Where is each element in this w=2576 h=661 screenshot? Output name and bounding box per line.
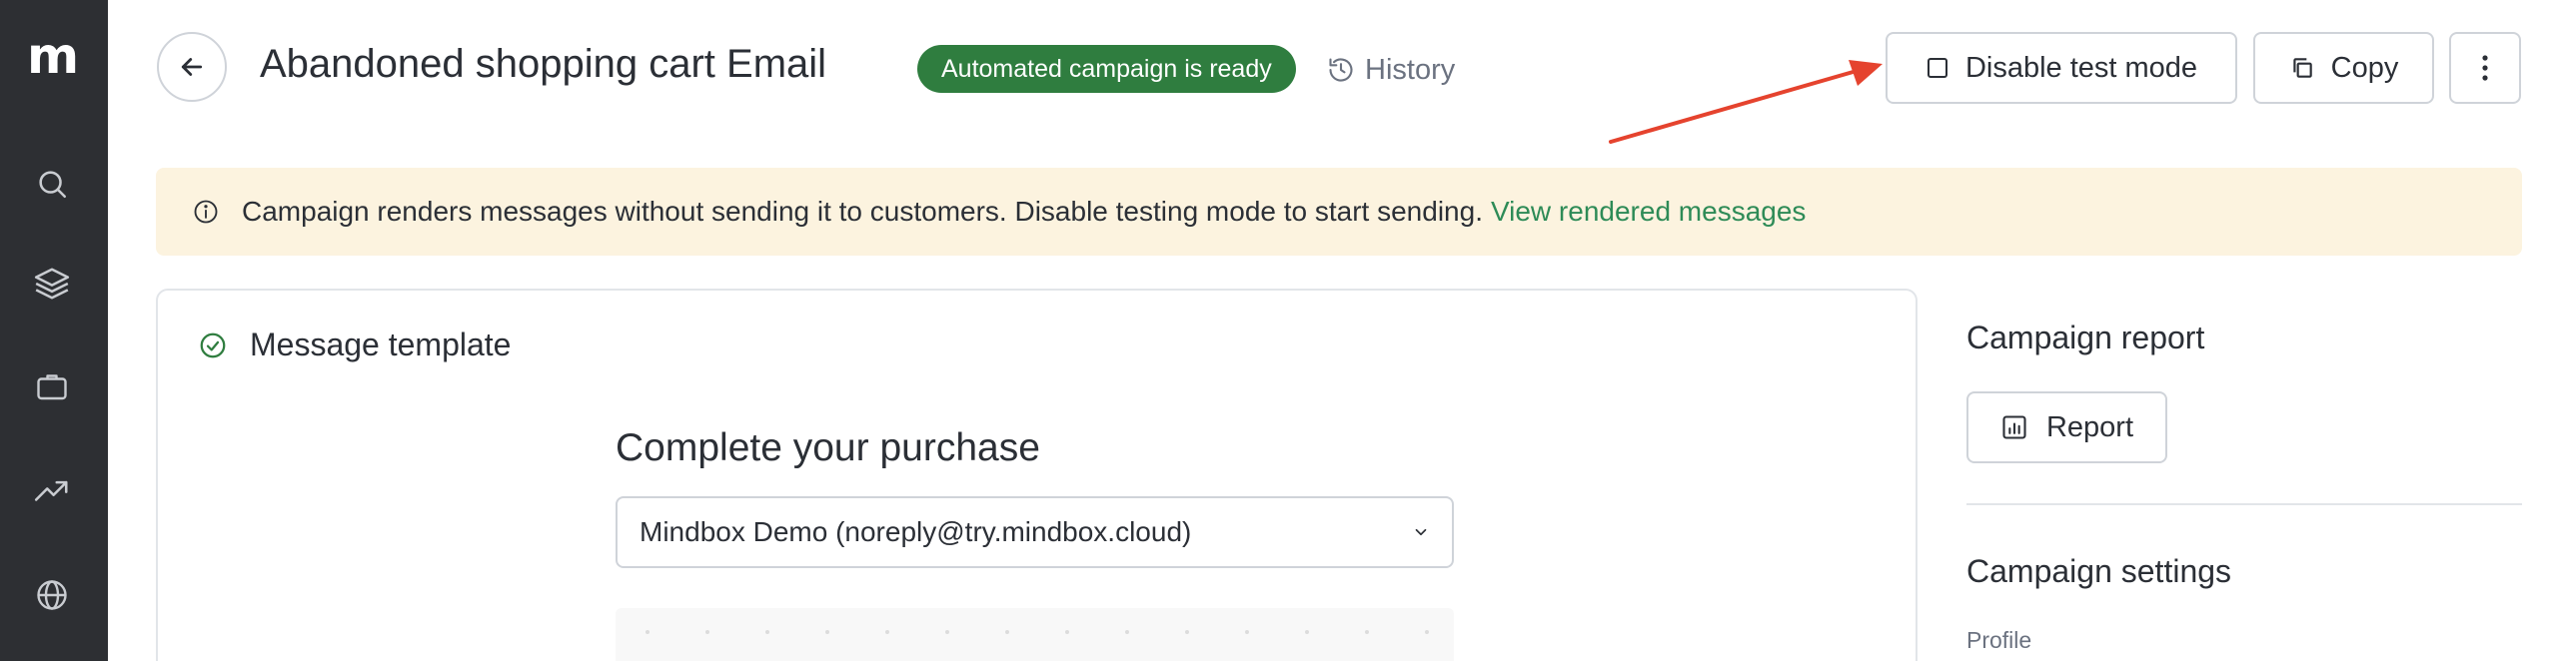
copy-button[interactable]: Copy (2253, 32, 2434, 104)
campaign-settings-title: Campaign settings (1966, 553, 2232, 589)
profile-label: Profile (1966, 627, 2032, 653)
arrow-left-icon (181, 58, 203, 76)
preview-dot (1245, 630, 1249, 634)
mindbox-logo[interactable]: m (27, 31, 79, 81)
page-title: Abandoned shopping cart Email (260, 42, 827, 86)
sidebar: m (0, 0, 108, 661)
sender-value: Mindbox Demo (noreply@try.mindbox.cloud) (640, 516, 1192, 547)
card-title: Message template (250, 327, 512, 362)
view-rendered-messages-link[interactable]: View rendered messages (1491, 196, 1806, 228)
copy-icon (2292, 58, 2312, 78)
email-subject: Complete your purchase (616, 426, 1040, 469)
preview-dot (825, 630, 829, 634)
report-button[interactable]: Report (1966, 391, 2167, 463)
divider (1966, 503, 2522, 505)
copy-label: Copy (2330, 51, 2399, 84)
disable-test-mode-label: Disable test mode (1964, 51, 2198, 84)
trending-up-icon[interactable] (32, 470, 72, 510)
info-icon (192, 198, 220, 226)
preview-dot (1125, 630, 1129, 634)
back-button[interactable] (157, 32, 227, 102)
test-mode-banner: Campaign renders messages without sendin… (156, 168, 2522, 256)
preview-dot (885, 630, 889, 634)
preview-dot (1425, 630, 1429, 634)
status-badge: Automated campaign is ready (917, 45, 1296, 93)
check-circle-icon (200, 332, 226, 357)
checkbox-icon (1927, 58, 1947, 78)
globe-icon[interactable] (32, 575, 72, 615)
preview-dot (705, 630, 709, 634)
preview-dot (1365, 630, 1369, 634)
chevron-down-icon (1415, 528, 1427, 536)
briefcase-icon[interactable] (32, 366, 72, 406)
disable-test-mode-button[interactable]: Disable test mode (1886, 32, 2237, 104)
preview-dot (945, 630, 949, 634)
history-link[interactable]: History (1327, 50, 1455, 90)
preview-dot (1005, 630, 1009, 634)
preview-dot (1065, 630, 1069, 634)
email-preview (616, 608, 1454, 661)
history-icon (1329, 58, 1353, 82)
search-icon[interactable] (32, 164, 72, 204)
history-label: History (1365, 53, 1456, 86)
banner-message: Campaign renders messages without sendin… (242, 196, 1483, 227)
card-header: Message template (198, 327, 511, 363)
message-template-card: Message template Complete your purchase … (156, 289, 1918, 661)
preview-dot (765, 630, 769, 634)
sender-select[interactable]: Mindbox Demo (noreply@try.mindbox.cloud) (616, 496, 1454, 568)
preview-dot (1185, 630, 1189, 634)
campaign-report-title: Campaign report (1966, 320, 2205, 355)
report-button-label: Report (2045, 410, 2134, 443)
layers-icon[interactable] (32, 264, 72, 304)
preview-dot (1305, 630, 1309, 634)
kebab-menu-icon (2482, 55, 2488, 81)
report-icon (2002, 415, 2026, 439)
preview-dot (645, 630, 649, 634)
more-options-button[interactable] (2449, 32, 2521, 104)
